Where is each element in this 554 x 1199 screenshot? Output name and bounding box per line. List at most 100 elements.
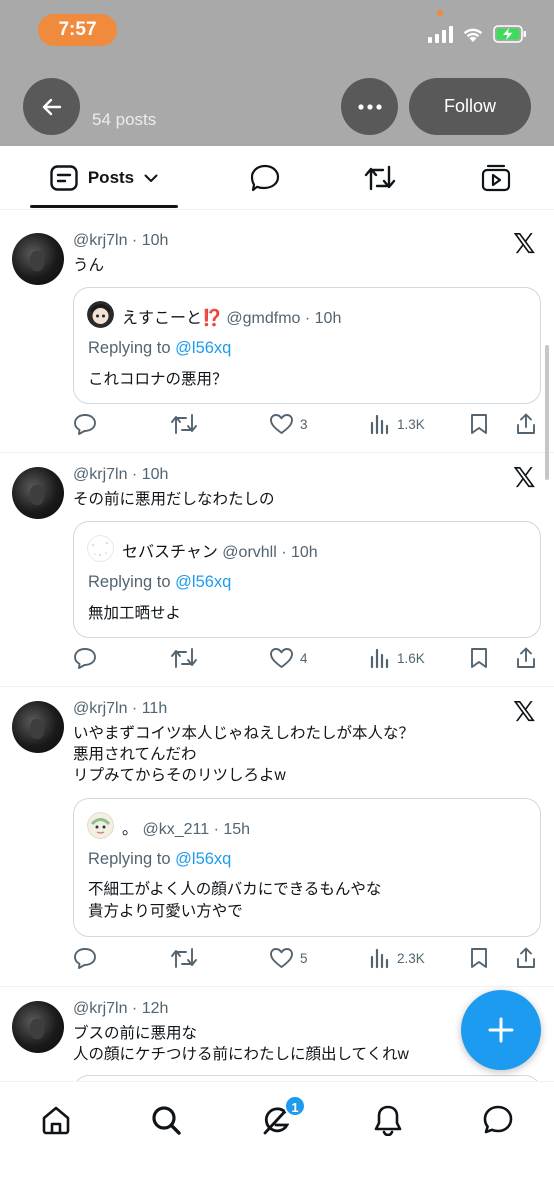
views-chart-icon: [370, 948, 389, 969]
wifi-icon: [463, 28, 483, 42]
post-actions: 5 2.3K: [73, 944, 543, 972]
battery-charging-icon: [493, 25, 526, 43]
follow-button[interactable]: Follow: [409, 78, 531, 135]
reply-icon: [74, 414, 96, 435]
x-logo-icon: 𝕏: [513, 461, 536, 494]
bookmark-icon: [471, 414, 487, 434]
repost-icon: [171, 414, 197, 434]
quoted-post[interactable]: 。 @kx_211 · 15h Replying to @l56xq 不細工がよ…: [73, 798, 541, 937]
share-button[interactable]: [515, 644, 537, 672]
views-chart-icon: [370, 414, 389, 435]
quoted-time: 15h: [223, 821, 251, 838]
replying-to-line: Replying to @l56xq: [88, 339, 231, 358]
active-tab-indicator: [30, 205, 178, 208]
chat-icon: [483, 1105, 513, 1134]
chevron-down-icon: [144, 174, 158, 182]
views-button[interactable]: 1.3K: [369, 410, 425, 438]
x-logo-icon: 𝕏: [513, 695, 536, 728]
quoted-avatar: [87, 812, 114, 839]
post-text: ブスの前に悪用な 人の顔にケチつける前にわたしに顔出してくれw: [73, 1025, 409, 1063]
reply-button[interactable]: [73, 944, 97, 972]
plus-icon: [488, 1017, 514, 1043]
replying-to-label: Replying to: [88, 339, 171, 357]
post-item[interactable]: @krj7ln · 11h 𝕏 いやまずコイツ本人じゃねえしわたしが本人な？ 悪…: [0, 687, 554, 987]
replying-to-mention[interactable]: @l56xq: [175, 573, 231, 591]
reply-button[interactable]: [73, 410, 97, 438]
post-feed: @krj7ln · 10h 𝕏 うん えすこーと⁉️ @gmdfmo · 10h…: [0, 211, 554, 1081]
tab-reposts[interactable]: [360, 146, 400, 210]
replying-to-mention[interactable]: @l56xq: [175, 850, 231, 868]
bookmark-button[interactable]: [469, 644, 489, 672]
x-logo-icon: 𝕏: [513, 227, 536, 260]
share-button[interactable]: [515, 410, 537, 438]
post-text: いやまずコイツ本人じゃねえしわたしが本人な？ 悪用されてんだわ リプみてからその…: [73, 725, 415, 784]
share-icon: [517, 947, 535, 968]
share-button[interactable]: [515, 944, 537, 972]
replying-to-line: Replying to @l56xq: [88, 850, 231, 869]
repost-button[interactable]: [170, 410, 198, 438]
status-icons: [428, 25, 527, 43]
back-button[interactable]: [23, 78, 80, 135]
repost-icon: [171, 648, 197, 668]
heart-icon: [270, 414, 293, 434]
post-author-line: @krj7ln · 11h: [73, 700, 168, 717]
reply-icon: [74, 948, 96, 969]
post-text: うん: [73, 257, 105, 274]
view-count: 2.3K: [397, 950, 425, 966]
quoted-post[interactable]: セバスチャン @orvhll · 10h Replying to @l56xq …: [73, 521, 541, 638]
more-options-button[interactable]: [341, 78, 398, 135]
bell-icon: [374, 1105, 402, 1136]
more-horizontal-icon: [357, 103, 382, 110]
avatar[interactable]: [12, 701, 64, 753]
messages-badge: 1: [284, 1095, 306, 1117]
quoted-handle: @orvhll: [222, 544, 277, 561]
tab-posts[interactable]: Posts: [30, 146, 178, 210]
nav-messages[interactable]: [478, 1100, 518, 1140]
feed-scrollbar[interactable]: [545, 345, 549, 480]
post-handle[interactable]: @krj7ln: [73, 232, 127, 249]
nav-search[interactable]: [146, 1100, 186, 1140]
quoted-post[interactable]: えすこーと⁉️ @gmdfmo · 10h Replying to @l56xq…: [73, 287, 541, 404]
repost-icon: [364, 165, 396, 191]
post-handle[interactable]: @krj7ln: [73, 466, 127, 483]
repost-button[interactable]: [170, 644, 198, 672]
like-button[interactable]: 4: [269, 644, 308, 672]
bottom-nav: 1: [0, 1081, 554, 1199]
post-item[interactable]: @krj7ln · 10h 𝕏 うん えすこーと⁉️ @gmdfmo · 10h…: [0, 211, 554, 453]
replying-to-line: Replying to @l56xq: [88, 573, 231, 592]
quoted-author-line: えすこーと⁉️ @gmdfmo · 10h: [122, 310, 342, 327]
views-button[interactable]: 2.3K: [369, 944, 425, 972]
like-button[interactable]: 3: [269, 410, 308, 438]
nav-home[interactable]: [36, 1100, 76, 1140]
cellular-signal-icon: [428, 25, 453, 43]
views-button[interactable]: 1.6K: [369, 644, 425, 672]
speech-bubble-icon: [250, 164, 280, 192]
post-author-line: @krj7ln · 10h: [73, 232, 169, 249]
views-chart-icon: [370, 648, 389, 669]
post-author-line: @krj7ln · 10h: [73, 466, 169, 483]
quoted-text: 無加工晒せよ: [88, 605, 182, 622]
replying-to-mention[interactable]: @l56xq: [175, 339, 231, 357]
bookmark-button[interactable]: [469, 410, 489, 438]
post-handle[interactable]: @krj7ln: [73, 1000, 127, 1017]
status-time: 7:57: [38, 14, 117, 46]
like-count: 3: [300, 416, 308, 432]
nav-notifications[interactable]: [368, 1100, 408, 1140]
reply-button[interactable]: [73, 644, 97, 672]
video-tab-icon: [481, 164, 511, 192]
repost-button[interactable]: [170, 944, 198, 972]
avatar[interactable]: [12, 1001, 64, 1053]
post-time: 10h: [141, 232, 169, 249]
tab-replies[interactable]: [245, 146, 285, 210]
like-button[interactable]: 5: [269, 944, 308, 972]
tab-media[interactable]: [476, 146, 516, 210]
avatar[interactable]: [12, 467, 64, 519]
quoted-name: セバスチャン: [122, 544, 218, 561]
post-handle[interactable]: @krj7ln: [73, 700, 127, 717]
replying-to-label: Replying to: [88, 573, 171, 591]
compose-button[interactable]: [461, 990, 541, 1070]
avatar[interactable]: [12, 233, 64, 285]
post-time: 12h: [141, 1000, 169, 1017]
bookmark-button[interactable]: [469, 944, 489, 972]
post-item[interactable]: @krj7ln · 10h 𝕏 その前に悪用だしなわたしの セバスチャン @or…: [0, 453, 554, 687]
